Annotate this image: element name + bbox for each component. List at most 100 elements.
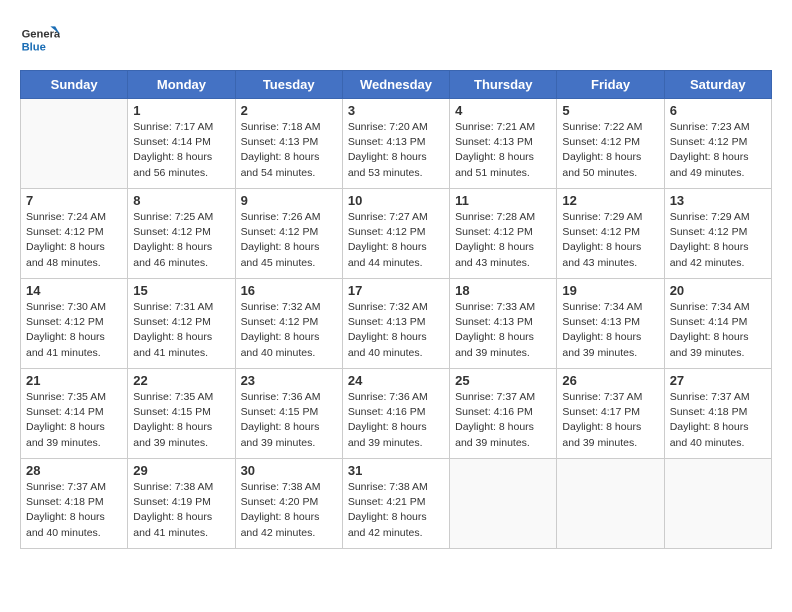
day-info: Sunrise: 7:20 AM Sunset: 4:13 PM Dayligh… xyxy=(348,120,444,181)
calendar-cell: 6 Sunrise: 7:23 AM Sunset: 4:12 PM Daylig… xyxy=(664,99,771,189)
column-header-monday: Monday xyxy=(128,71,235,99)
day-info: Sunrise: 7:25 AM Sunset: 4:12 PM Dayligh… xyxy=(133,210,229,271)
calendar-cell xyxy=(21,99,128,189)
day-number: 25 xyxy=(455,373,551,388)
calendar-cell: 26 Sunrise: 7:37 AM Sunset: 4:17 PM Dayli… xyxy=(557,369,664,459)
svg-text:Blue: Blue xyxy=(22,41,46,53)
day-number: 1 xyxy=(133,103,229,118)
day-info: Sunrise: 7:23 AM Sunset: 4:12 PM Dayligh… xyxy=(670,120,766,181)
day-number: 24 xyxy=(348,373,444,388)
calendar-cell: 5 Sunrise: 7:22 AM Sunset: 4:12 PM Daylig… xyxy=(557,99,664,189)
calendar-cell: 3 Sunrise: 7:20 AM Sunset: 4:13 PM Daylig… xyxy=(342,99,449,189)
day-info: Sunrise: 7:26 AM Sunset: 4:12 PM Dayligh… xyxy=(241,210,337,271)
week-row-5: 28 Sunrise: 7:37 AM Sunset: 4:18 PM Dayli… xyxy=(21,459,772,549)
day-number: 21 xyxy=(26,373,122,388)
day-info: Sunrise: 7:38 AM Sunset: 4:19 PM Dayligh… xyxy=(133,480,229,541)
day-info: Sunrise: 7:21 AM Sunset: 4:13 PM Dayligh… xyxy=(455,120,551,181)
day-number: 2 xyxy=(241,103,337,118)
column-header-friday: Friday xyxy=(557,71,664,99)
day-number: 3 xyxy=(348,103,444,118)
day-info: Sunrise: 7:38 AM Sunset: 4:21 PM Dayligh… xyxy=(348,480,444,541)
day-info: Sunrise: 7:36 AM Sunset: 4:16 PM Dayligh… xyxy=(348,390,444,451)
column-header-thursday: Thursday xyxy=(450,71,557,99)
day-number: 7 xyxy=(26,193,122,208)
day-number: 27 xyxy=(670,373,766,388)
day-number: 11 xyxy=(455,193,551,208)
day-number: 4 xyxy=(455,103,551,118)
day-info: Sunrise: 7:24 AM Sunset: 4:12 PM Dayligh… xyxy=(26,210,122,271)
day-info: Sunrise: 7:38 AM Sunset: 4:20 PM Dayligh… xyxy=(241,480,337,541)
calendar-cell: 12Sunrise: 7:29 AM Sunset: 4:12 PM Dayli… xyxy=(557,189,664,279)
day-number: 8 xyxy=(133,193,229,208)
day-info: Sunrise: 7:37 AM Sunset: 4:18 PM Dayligh… xyxy=(26,480,122,541)
calendar-cell: 31Sunrise: 7:38 AM Sunset: 4:21 PM Dayli… xyxy=(342,459,449,549)
day-info: Sunrise: 7:33 AM Sunset: 4:13 PM Dayligh… xyxy=(455,300,551,361)
calendar-cell: 15Sunrise: 7:31 AM Sunset: 4:12 PM Dayli… xyxy=(128,279,235,369)
day-number: 5 xyxy=(562,103,658,118)
day-info: Sunrise: 7:34 AM Sunset: 4:13 PM Dayligh… xyxy=(562,300,658,361)
day-info: Sunrise: 7:36 AM Sunset: 4:15 PM Dayligh… xyxy=(241,390,337,451)
calendar-cell: 21 Sunrise: 7:35 AM Sunset: 4:14 PM Dayli… xyxy=(21,369,128,459)
week-row-3: 14Sunrise: 7:30 AM Sunset: 4:12 PM Dayli… xyxy=(21,279,772,369)
day-number: 19 xyxy=(562,283,658,298)
day-number: 12 xyxy=(562,193,658,208)
day-number: 6 xyxy=(670,103,766,118)
svg-text:General: General xyxy=(22,29,60,41)
day-number: 22 xyxy=(133,373,229,388)
day-info: Sunrise: 7:22 AM Sunset: 4:12 PM Dayligh… xyxy=(562,120,658,181)
day-info: Sunrise: 7:28 AM Sunset: 4:12 PM Dayligh… xyxy=(455,210,551,271)
calendar-cell xyxy=(557,459,664,549)
day-number: 29 xyxy=(133,463,229,478)
day-info: Sunrise: 7:18 AM Sunset: 4:13 PM Dayligh… xyxy=(241,120,337,181)
column-header-saturday: Saturday xyxy=(664,71,771,99)
calendar-cell: 20Sunrise: 7:34 AM Sunset: 4:14 PM Dayli… xyxy=(664,279,771,369)
calendar-cell: 28 Sunrise: 7:37 AM Sunset: 4:18 PM Dayli… xyxy=(21,459,128,549)
day-number: 9 xyxy=(241,193,337,208)
day-number: 26 xyxy=(562,373,658,388)
calendar-table: SundayMondayTuesdayWednesdayThursdayFrid… xyxy=(20,70,772,549)
day-number: 13 xyxy=(670,193,766,208)
day-info: Sunrise: 7:29 AM Sunset: 4:12 PM Dayligh… xyxy=(670,210,766,271)
column-header-tuesday: Tuesday xyxy=(235,71,342,99)
week-row-2: 7 Sunrise: 7:24 AM Sunset: 4:12 PM Daylig… xyxy=(21,189,772,279)
calendar-cell xyxy=(664,459,771,549)
day-number: 15 xyxy=(133,283,229,298)
calendar-cell: 16Sunrise: 7:32 AM Sunset: 4:12 PM Dayli… xyxy=(235,279,342,369)
day-info: Sunrise: 7:35 AM Sunset: 4:15 PM Dayligh… xyxy=(133,390,229,451)
day-info: Sunrise: 7:37 AM Sunset: 4:18 PM Dayligh… xyxy=(670,390,766,451)
day-number: 18 xyxy=(455,283,551,298)
calendar-cell: 2 Sunrise: 7:18 AM Sunset: 4:13 PM Daylig… xyxy=(235,99,342,189)
logo: General Blue xyxy=(20,20,36,60)
day-info: Sunrise: 7:35 AM Sunset: 4:14 PM Dayligh… xyxy=(26,390,122,451)
calendar-cell: 14Sunrise: 7:30 AM Sunset: 4:12 PM Dayli… xyxy=(21,279,128,369)
calendar-cell: 17Sunrise: 7:32 AM Sunset: 4:13 PM Dayli… xyxy=(342,279,449,369)
day-number: 28 xyxy=(26,463,122,478)
calendar-cell: 9 Sunrise: 7:26 AM Sunset: 4:12 PM Daylig… xyxy=(235,189,342,279)
calendar-header-row: SundayMondayTuesdayWednesdayThursdayFrid… xyxy=(21,71,772,99)
day-info: Sunrise: 7:27 AM Sunset: 4:12 PM Dayligh… xyxy=(348,210,444,271)
day-number: 23 xyxy=(241,373,337,388)
calendar-cell: 11 Sunrise: 7:28 AM Sunset: 4:12 PM Dayli… xyxy=(450,189,557,279)
day-info: Sunrise: 7:32 AM Sunset: 4:12 PM Dayligh… xyxy=(241,300,337,361)
day-number: 20 xyxy=(670,283,766,298)
calendar-cell: 29 Sunrise: 7:38 AM Sunset: 4:19 PM Dayli… xyxy=(128,459,235,549)
day-info: Sunrise: 7:37 AM Sunset: 4:16 PM Dayligh… xyxy=(455,390,551,451)
calendar-cell: 7 Sunrise: 7:24 AM Sunset: 4:12 PM Daylig… xyxy=(21,189,128,279)
day-info: Sunrise: 7:30 AM Sunset: 4:12 PM Dayligh… xyxy=(26,300,122,361)
calendar-cell: 8 Sunrise: 7:25 AM Sunset: 4:12 PM Daylig… xyxy=(128,189,235,279)
calendar-cell: 23 Sunrise: 7:36 AM Sunset: 4:15 PM Dayli… xyxy=(235,369,342,459)
calendar-cell: 13 Sunrise: 7:29 AM Sunset: 4:12 PM Dayli… xyxy=(664,189,771,279)
day-number: 17 xyxy=(348,283,444,298)
day-info: Sunrise: 7:37 AM Sunset: 4:17 PM Dayligh… xyxy=(562,390,658,451)
calendar-cell: 10Sunrise: 7:27 AM Sunset: 4:12 PM Dayli… xyxy=(342,189,449,279)
calendar-cell: 24 Sunrise: 7:36 AM Sunset: 4:16 PM Dayli… xyxy=(342,369,449,459)
page-header: General Blue xyxy=(20,20,772,60)
day-number: 30 xyxy=(241,463,337,478)
column-header-sunday: Sunday xyxy=(21,71,128,99)
calendar-cell: 18 Sunrise: 7:33 AM Sunset: 4:13 PM Dayli… xyxy=(450,279,557,369)
calendar-cell: 30 Sunrise: 7:38 AM Sunset: 4:20 PM Dayli… xyxy=(235,459,342,549)
day-info: Sunrise: 7:17 AM Sunset: 4:14 PM Dayligh… xyxy=(133,120,229,181)
week-row-4: 21 Sunrise: 7:35 AM Sunset: 4:14 PM Dayli… xyxy=(21,369,772,459)
calendar-cell: 4 Sunrise: 7:21 AM Sunset: 4:13 PM Daylig… xyxy=(450,99,557,189)
calendar-cell xyxy=(450,459,557,549)
